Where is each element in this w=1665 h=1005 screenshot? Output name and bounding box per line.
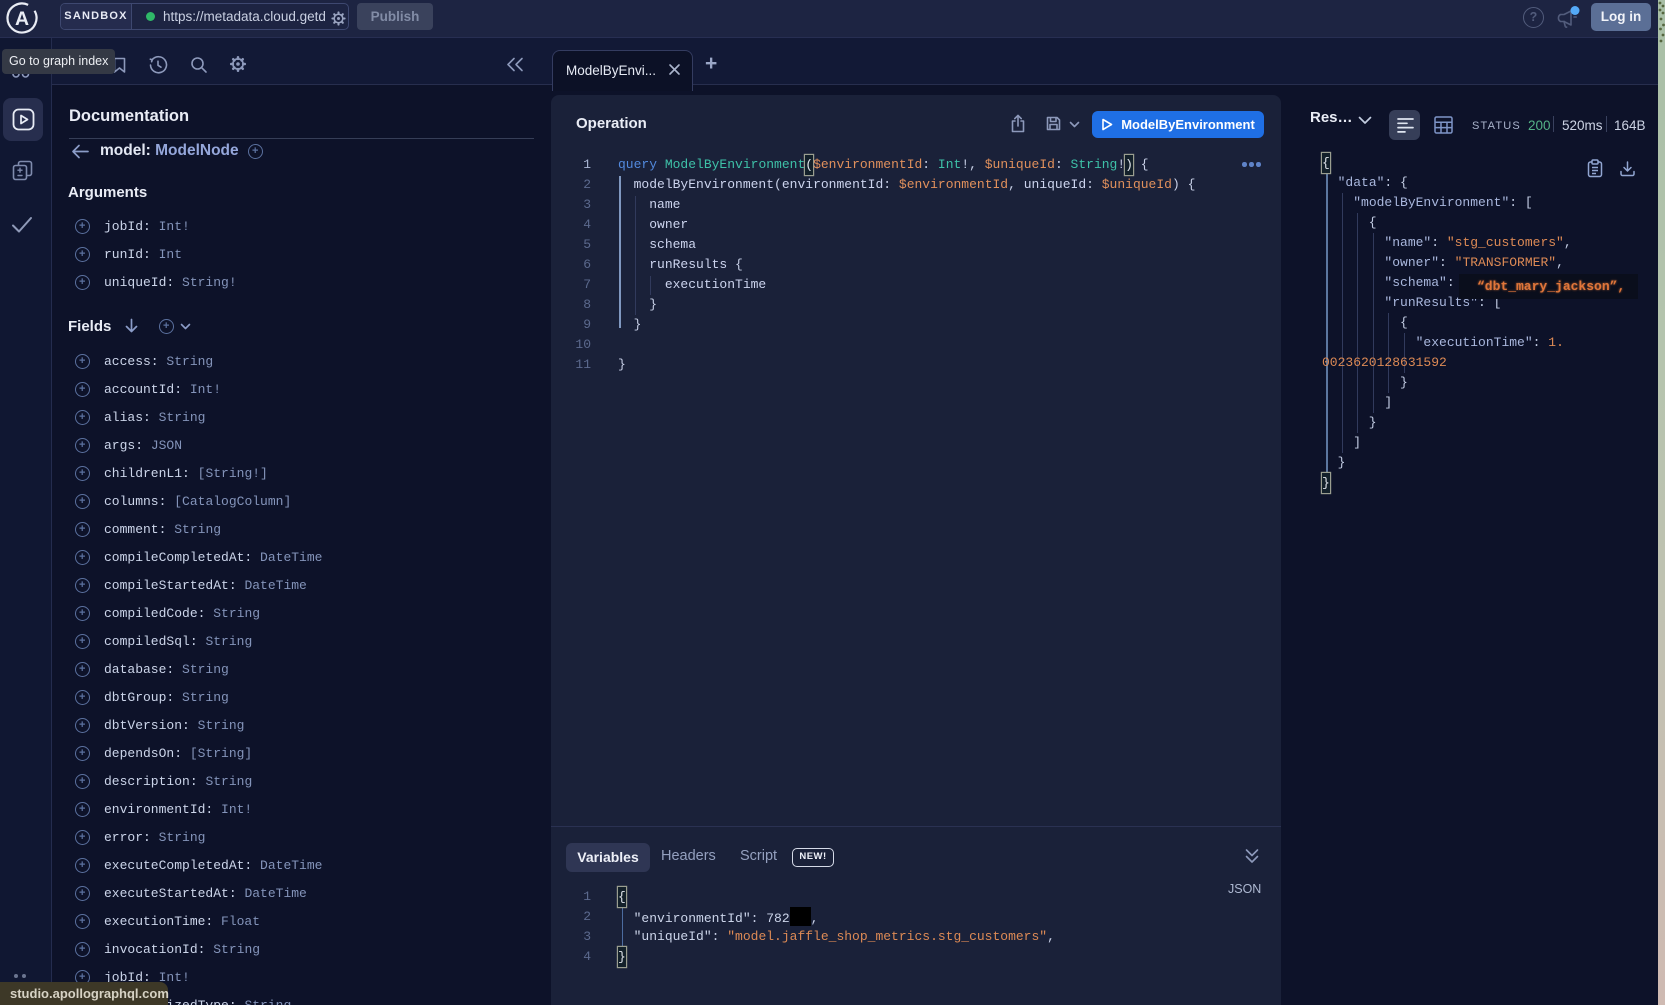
svg-text:A: A [15,8,29,30]
